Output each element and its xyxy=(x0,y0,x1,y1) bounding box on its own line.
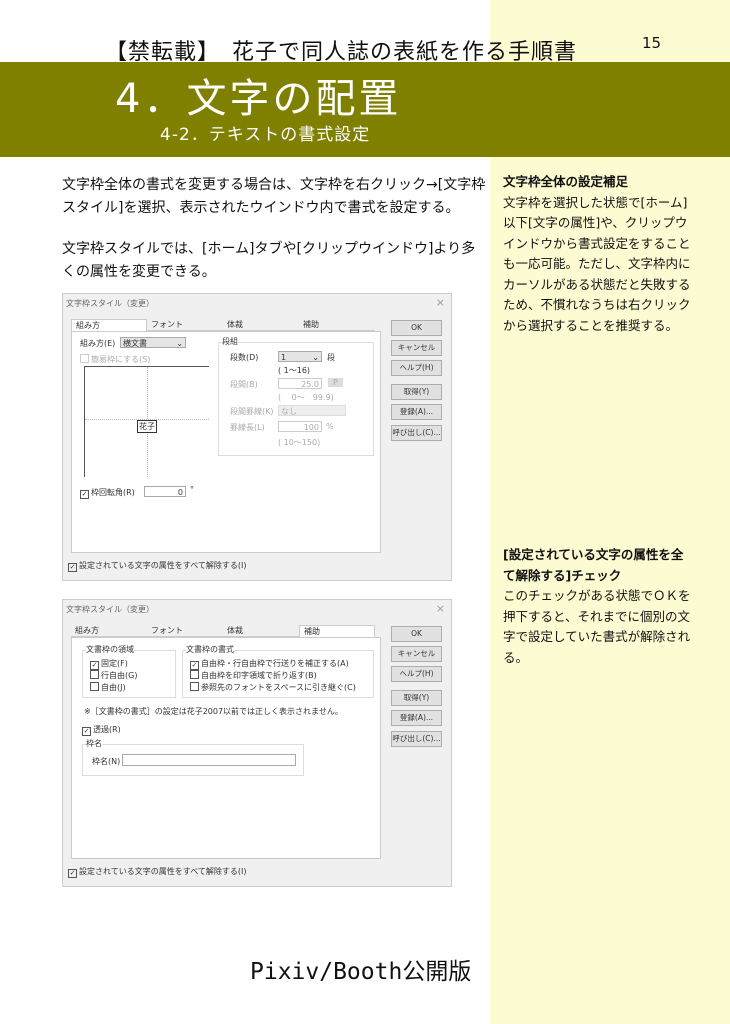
tab-layout[interactable]: 組み方 xyxy=(71,319,147,331)
frame-style-dialog-assist: 文字枠スタイル（変更） × 組み方 フォント 体裁 補助 文書枠の領域 ✓ 固定(… xyxy=(62,599,452,887)
clear-attributes-label: 設定されている文字の属性をすべて解除する(I) xyxy=(79,561,247,570)
keisenlen-range: ( 10～150) xyxy=(278,438,321,447)
rotate-label: 枠回転角(R) xyxy=(91,488,135,497)
tab-font[interactable]: フォント xyxy=(147,625,223,637)
format-opt-a[interactable]: ✓ 自由枠・行自由枠で行送りを補正する(A) xyxy=(190,658,349,670)
name-input[interactable] xyxy=(122,754,296,766)
area-fixed-radio[interactable]: ✓ 固定(F) xyxy=(90,658,128,670)
tab-layout[interactable]: 組み方 xyxy=(71,625,147,637)
area-group-label: 文書枠の領域 xyxy=(86,644,134,655)
rotate-checkbox[interactable]: ✓ 枠回転角(R) xyxy=(80,487,135,499)
clear-attributes-checkbox[interactable]: ✓ 設定されている文字の属性をすべて解除する(I) xyxy=(68,866,246,878)
option-label: 固定(F) xyxy=(101,659,128,668)
get-button[interactable]: 取得(Y) xyxy=(391,690,442,706)
side-note: 文字枠全体の設定補足 文字枠を選択した状態で[ホーム]以下[文字の属性]や、クリ… xyxy=(503,172,693,336)
dankan-label: 段間(B) xyxy=(230,380,258,389)
dankan-range: ( 0～ 99.9) xyxy=(278,393,334,402)
simple-frame-label: 簡易枠にする(S) xyxy=(91,355,151,364)
chapter-title: 4．文字の配置 xyxy=(115,76,402,122)
rotate-input[interactable]: 0 xyxy=(144,486,186,497)
format-group-label: 文書枠の書式 xyxy=(186,644,234,655)
area-free-radio[interactable]: 自由(J) xyxy=(90,682,126,693)
pct-unit: % xyxy=(326,422,334,431)
degree-unit: ° xyxy=(190,485,194,494)
tab-assist[interactable]: 補助 xyxy=(299,319,375,331)
name-label: 枠名(N) xyxy=(92,757,121,766)
register-button[interactable]: 登録(A)... xyxy=(391,404,442,420)
dialog-title: 文字枠スタイル（変更） xyxy=(66,299,154,308)
body-paragraph: 文字枠スタイルでは、[ホーム]タブや[クリップウインドウ]より多くの属性を変更で… xyxy=(62,241,476,280)
columns-group-label: 段組 xyxy=(222,336,238,347)
recall-button[interactable]: 呼び出し(C)... xyxy=(391,425,442,441)
compat-note: ※［文書枠の書式］の設定は花子2007以前では正しく表示されません。 xyxy=(84,707,343,716)
dialog-title: 文字枠スタイル（変更） xyxy=(66,605,154,614)
tab-assist[interactable]: 補助 xyxy=(299,625,375,637)
note-text: 文字枠を選択した状態で[ホーム]以下[文字の属性]や、クリップウインドウから書式… xyxy=(503,194,691,333)
edition-footer: Pixiv/Booth公開版 xyxy=(250,959,472,985)
simple-frame-checkbox[interactable]: 簡易枠にする(S) xyxy=(80,354,150,365)
transparent-checkbox[interactable]: ✓ 透過(R) xyxy=(82,724,121,736)
dansu-select[interactable]: 1 ⌄ xyxy=(278,351,322,362)
name-group-label: 枠名 xyxy=(86,738,102,749)
kumikata-select[interactable]: 横文書 ⌄ xyxy=(120,337,186,348)
note-title: 文字枠全体の設定補足 xyxy=(503,174,629,189)
keisen-select[interactable]: なし xyxy=(278,405,346,416)
get-button[interactable]: 取得(Y) xyxy=(391,384,442,400)
help-button[interactable]: ヘルプ(H) xyxy=(391,360,442,376)
recall-button[interactable]: 呼び出し(C)... xyxy=(391,731,442,747)
area-line-free-radio[interactable]: 行自由(G) xyxy=(90,670,137,681)
keisenlen-input[interactable]: 100 xyxy=(278,421,322,432)
ok-button[interactable]: OK xyxy=(391,626,442,642)
tab-format[interactable]: 体裁 xyxy=(223,625,299,637)
option-label: 行自由(G) xyxy=(101,671,138,680)
p-button[interactable]: P xyxy=(328,378,343,387)
transparent-label: 透過(R) xyxy=(93,725,121,734)
ok-button[interactable]: OK xyxy=(391,320,442,336)
register-button[interactable]: 登録(A)... xyxy=(391,710,442,726)
section-title: 4-2．テキストの書式設定 xyxy=(160,125,371,145)
note-text: このチェックがある状態でＯＫを押下すると、それまでに個別の文字で設定していた書式… xyxy=(503,588,691,665)
format-opt-b[interactable]: 自由枠を印字領域で折り返す(B) xyxy=(190,670,317,681)
page-number: 15 xyxy=(642,34,662,52)
clear-attributes-checkbox[interactable]: ✓ 設定されている文字の属性をすべて解除する(I) xyxy=(68,560,246,572)
dan-unit: 段 xyxy=(327,353,335,362)
chapter-banner: 4．文字の配置 4-2．テキストの書式設定 xyxy=(0,62,730,157)
cancel-button[interactable]: キャンセル xyxy=(391,340,442,356)
keisen-label: 段間罫線(K) xyxy=(230,407,274,416)
kumikata-value: 横文書 xyxy=(123,339,147,348)
keisenlen-label: 罫線長(L) xyxy=(230,423,265,432)
close-icon[interactable]: × xyxy=(436,602,445,615)
cancel-button[interactable]: キャンセル xyxy=(391,646,442,662)
dankan-input[interactable]: 25.0 xyxy=(278,378,322,389)
close-icon[interactable]: × xyxy=(436,296,445,309)
dansu-label: 段数(D) xyxy=(230,353,259,362)
clear-attributes-label: 設定されている文字の属性をすべて解除する(I) xyxy=(79,867,247,876)
option-label: 参照先のフォントをスペースに引き継ぐ(C) xyxy=(201,683,356,692)
dansu-value: 1 xyxy=(281,353,287,362)
tab-format[interactable]: 体裁 xyxy=(223,319,299,331)
side-note: [設定されている文字の属性を全て解除する]チェック このチェックがある状態でＯＫ… xyxy=(503,545,693,668)
preview-text: 花子 xyxy=(137,420,157,433)
option-label: 自由(J) xyxy=(101,683,126,692)
body-paragraph: 文字枠全体の書式を変更する場合は、文字枠を右クリック→[文字枠スタイル]を選択、… xyxy=(62,177,486,216)
kumikata-label: 組み方(E) xyxy=(80,339,116,348)
preview-area: 花子 xyxy=(84,366,209,477)
dansu-range: ( 1～16) xyxy=(278,366,311,375)
format-opt-c[interactable]: 参照先のフォントをスペースに引き継ぐ(C) xyxy=(190,682,356,693)
option-label: 自由枠・行自由枠で行送りを補正する(A) xyxy=(201,659,349,668)
option-label: 自由枠を印字領域で折り返す(B) xyxy=(201,671,317,680)
help-button[interactable]: ヘルプ(H) xyxy=(391,666,442,682)
note-title: [設定されている文字の属性を全て解除する]チェック xyxy=(503,547,684,583)
tab-font[interactable]: フォント xyxy=(147,319,223,331)
frame-style-dialog-layout: 文字枠スタイル（変更） × 組み方 フォント 体裁 補助 組み方(E) 横文書 ⌄… xyxy=(62,293,452,581)
